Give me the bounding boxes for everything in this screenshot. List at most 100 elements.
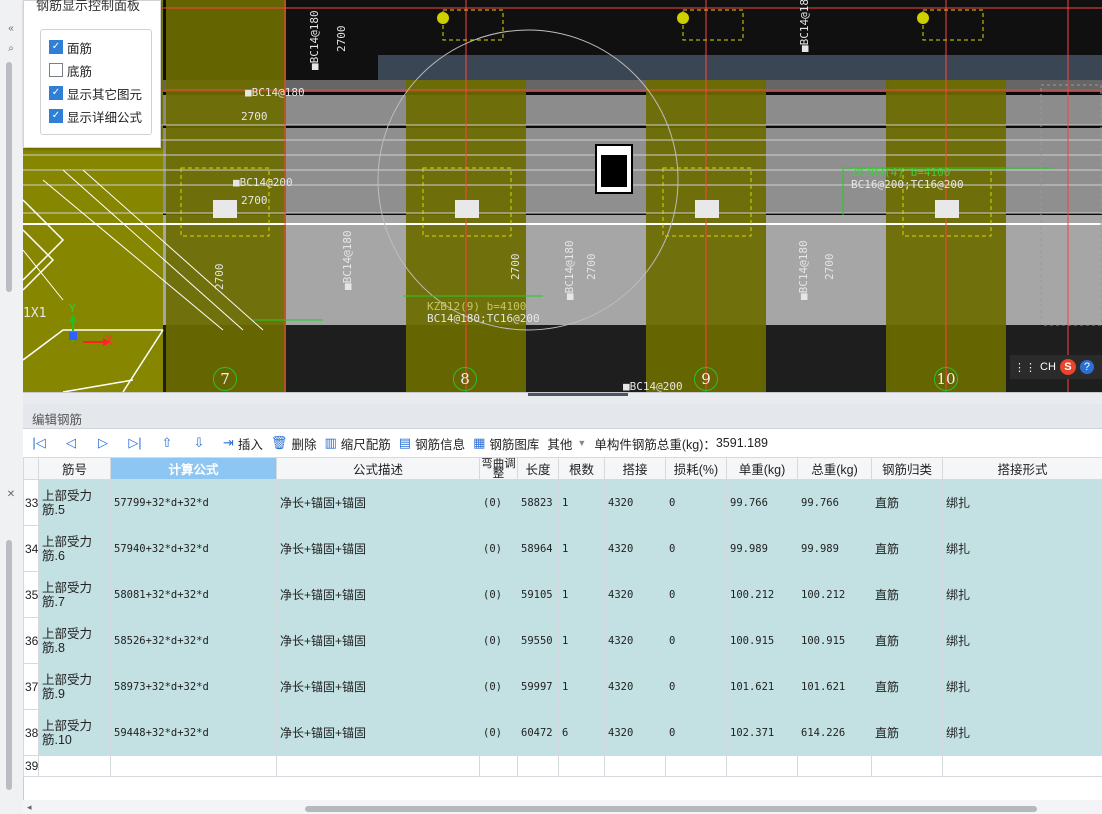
- cell-formula-desc[interactable]: 净长+锚固+锚固: [276, 709, 480, 756]
- scroll-left-icon[interactable]: ◂: [27, 802, 32, 813]
- cell-loss[interactable]: 0: [665, 617, 727, 664]
- table-row-empty[interactable]: 39: [23, 755, 1102, 777]
- prev-record-button[interactable]: ◁: [55, 432, 87, 454]
- cell-lap[interactable]: 4320: [604, 709, 666, 756]
- col-header-formula-desc[interactable]: 公式描述: [276, 457, 480, 480]
- cell-count[interactable]: 6: [558, 709, 605, 756]
- cell-formula[interactable]: 58973+32*d+32*d: [110, 663, 277, 710]
- table-row[interactable]: 33 上部受力筋.5 57799+32*d+32*d 净长+锚固+锚固 (0) …: [23, 479, 1102, 526]
- cell-count[interactable]: 1: [558, 479, 605, 526]
- side-scrollbar-lower[interactable]: [6, 540, 12, 790]
- cell-unit-weight[interactable]: 99.989: [726, 525, 798, 572]
- splitter-grip[interactable]: [528, 393, 628, 396]
- checkbox-bottom-rebar[interactable]: 底筋: [49, 61, 92, 79]
- cell-length[interactable]: 59105: [517, 571, 559, 618]
- cell-rebar-name[interactable]: 上部受力筋.8: [38, 617, 111, 664]
- cell-unit-weight[interactable]: 99.766: [726, 479, 798, 526]
- scale-rebar-button[interactable]: ▥ 缩尺配筋: [324, 432, 390, 454]
- cell-loss[interactable]: 0: [665, 525, 727, 572]
- cell-formula-desc[interactable]: 净长+锚固+锚固: [276, 479, 480, 526]
- cell-rebar-name[interactable]: 上部受力筋.6: [38, 525, 111, 572]
- cell-category[interactable]: 直筋: [871, 525, 943, 572]
- cell-count[interactable]: 1: [558, 571, 605, 618]
- first-record-button[interactable]: |◁: [23, 432, 55, 454]
- cell-length[interactable]: 58823: [517, 479, 559, 526]
- cell-formula[interactable]: 57799+32*d+32*d: [110, 479, 277, 526]
- cell-total-weight[interactable]: 614.226: [797, 709, 872, 756]
- checkbox-checked-icon[interactable]: ✓: [49, 86, 63, 100]
- close-icon[interactable]: ✕: [3, 488, 19, 502]
- cell-formula-desc[interactable]: 净长+锚固+锚固: [276, 663, 480, 710]
- col-header-loss[interactable]: 损耗(%): [665, 457, 727, 480]
- cell-loss[interactable]: 0: [665, 709, 727, 756]
- ime-logo-icon[interactable]: S: [1059, 359, 1076, 375]
- ime-toolbar[interactable]: ⋮⋮ CH S ?: [1010, 355, 1102, 379]
- empty-cell[interactable]: [604, 755, 666, 777]
- empty-cell[interactable]: [110, 755, 277, 777]
- cell-bend-adjust[interactable]: (0): [479, 525, 518, 572]
- cell-formula[interactable]: 59448+32*d+32*d: [110, 709, 277, 756]
- table-row[interactable]: 35 上部受力筋.7 58081+32*d+32*d 净长+锚固+锚固 (0) …: [23, 571, 1102, 618]
- cell-lap[interactable]: 4320: [604, 525, 666, 572]
- cad-viewport[interactable]: ■BC14@180 2700 ■BC14@200 2700 ■BC14@180 …: [23, 0, 1102, 392]
- delete-button[interactable]: 🗑 删除: [271, 432, 317, 454]
- cell-loss[interactable]: 0: [665, 479, 727, 526]
- col-header-rebar-no[interactable]: 筋号: [38, 457, 111, 480]
- cell-lap[interactable]: 4320: [604, 571, 666, 618]
- empty-cell[interactable]: [726, 755, 798, 777]
- cell-loss[interactable]: 0: [665, 571, 727, 618]
- col-header-unit-weight[interactable]: 单重(kg): [726, 457, 798, 480]
- cell-unit-weight[interactable]: 100.915: [726, 617, 798, 664]
- other-dropdown[interactable]: 其他 ▼: [547, 432, 586, 454]
- col-header-lap[interactable]: 搭接: [604, 457, 666, 480]
- cell-formula-desc[interactable]: 净长+锚固+锚固: [276, 571, 480, 618]
- cell-total-weight[interactable]: 99.766: [797, 479, 872, 526]
- cell-length[interactable]: 60472: [517, 709, 559, 756]
- cell-count[interactable]: 1: [558, 663, 605, 710]
- col-header-lap-form[interactable]: 搭接形式: [942, 457, 1102, 480]
- cell-bend-adjust[interactable]: (0): [479, 571, 518, 618]
- checkbox-top-rebar[interactable]: ✓ 面筋: [49, 38, 92, 56]
- last-record-button[interactable]: ▷|: [119, 432, 151, 454]
- search-icon[interactable]: ⌕: [3, 42, 19, 56]
- empty-cell[interactable]: [665, 755, 727, 777]
- col-header-count[interactable]: 根数: [558, 457, 605, 480]
- empty-cell[interactable]: [797, 755, 872, 777]
- cell-unit-weight[interactable]: 102.371: [726, 709, 798, 756]
- table-row[interactable]: 34 上部受力筋.6 57940+32*d+32*d 净长+锚固+锚固 (0) …: [23, 525, 1102, 572]
- cell-count[interactable]: 1: [558, 617, 605, 664]
- cell-rebar-name[interactable]: 上部受力筋.7: [38, 571, 111, 618]
- move-up-button[interactable]: ⇧: [151, 432, 183, 454]
- collapse-icon[interactable]: «: [3, 22, 19, 36]
- empty-cell[interactable]: [942, 755, 1102, 777]
- insert-button[interactable]: ⇥ 插入: [223, 432, 263, 454]
- empty-cell[interactable]: [558, 755, 605, 777]
- cell-rebar-name[interactable]: 上部受力筋.10: [38, 709, 111, 756]
- empty-cell[interactable]: [517, 755, 559, 777]
- rebar-info-button[interactable]: ▤ 钢筋信息: [399, 432, 465, 454]
- cell-category[interactable]: 直筋: [871, 479, 943, 526]
- cell-formula[interactable]: 57940+32*d+32*d: [110, 525, 277, 572]
- cell-formula-desc[interactable]: 净长+锚固+锚固: [276, 617, 480, 664]
- cell-rebar-name[interactable]: 上部受力筋.5: [38, 479, 111, 526]
- side-scrollbar[interactable]: [6, 62, 12, 292]
- cell-total-weight[interactable]: 100.915: [797, 617, 872, 664]
- move-down-button[interactable]: ⇩: [183, 432, 215, 454]
- cell-lap[interactable]: 4320: [604, 479, 666, 526]
- col-header-formula[interactable]: 计算公式: [110, 457, 277, 480]
- empty-cell[interactable]: [479, 755, 518, 777]
- help-icon[interactable]: ?: [1079, 360, 1094, 374]
- horizontal-scrollbar[interactable]: ◂: [23, 800, 1102, 814]
- empty-cell[interactable]: [38, 755, 111, 777]
- table-row[interactable]: 38 上部受力筋.10 59448+32*d+32*d 净长+锚固+锚固 (0)…: [23, 709, 1102, 756]
- cell-lap-form[interactable]: 绑扎: [942, 571, 1102, 618]
- cell-lap[interactable]: 4320: [604, 617, 666, 664]
- col-header-category[interactable]: 钢筋归类: [871, 457, 943, 480]
- cell-lap-form[interactable]: 绑扎: [942, 479, 1102, 526]
- empty-cell[interactable]: [276, 755, 480, 777]
- rebar-grid[interactable]: 筋号 计算公式 公式描述 弯曲调整 长度 根数 搭接 损耗(%) 单重(kg) …: [23, 457, 1102, 777]
- checkbox-unchecked-icon[interactable]: [49, 63, 63, 77]
- next-record-button[interactable]: ▷: [87, 432, 119, 454]
- cell-bend-adjust[interactable]: (0): [479, 663, 518, 710]
- cell-length[interactable]: 58964: [517, 525, 559, 572]
